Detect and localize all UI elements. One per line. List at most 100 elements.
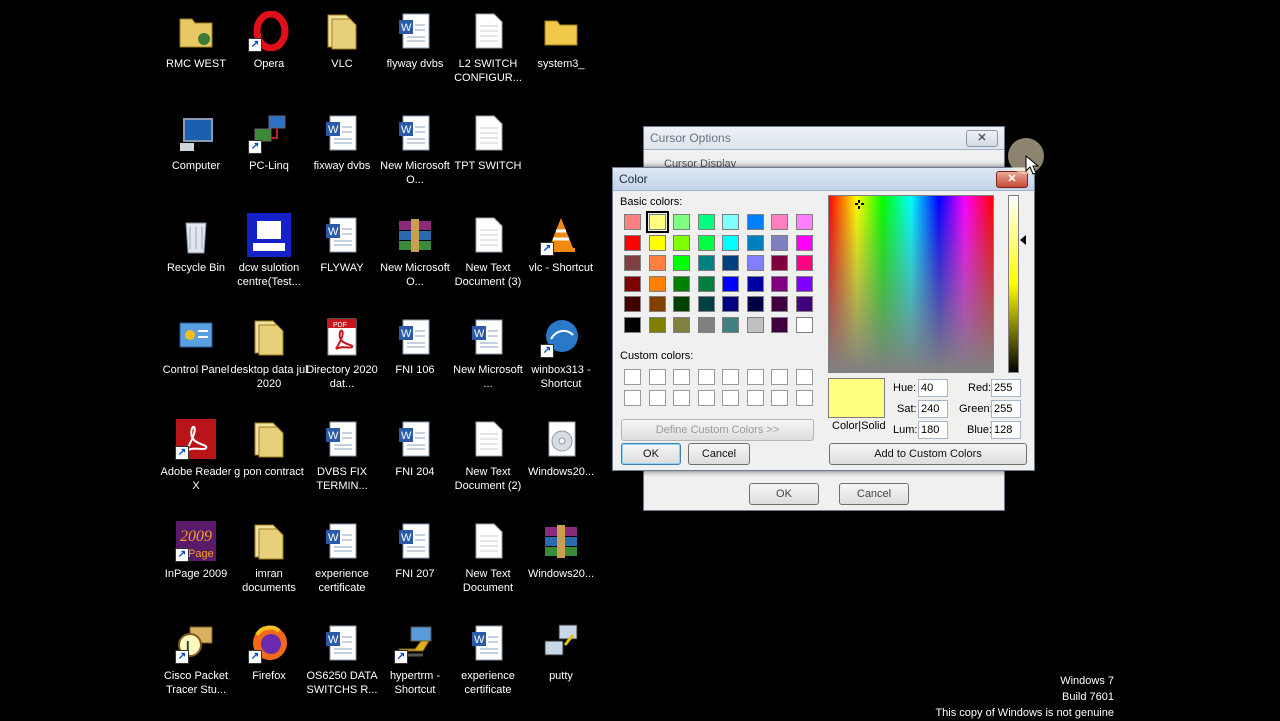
basic-color-swatch[interactable] (746, 296, 764, 313)
desktop-icon-experience-certificate-2[interactable]: W experience certificate (451, 620, 525, 697)
desktop-icon-putty[interactable]: putty (524, 620, 598, 683)
desktop-icon-l2-switch[interactable]: L2 SWITCH CONFIGUR... (451, 8, 525, 85)
custom-color-swatch[interactable] (673, 369, 690, 385)
luminance-slider[interactable] (1008, 195, 1019, 373)
basic-color-swatch[interactable] (746, 255, 764, 272)
color-cancel-button[interactable]: Cancel (688, 443, 750, 465)
desktop-icon-vlc-folder[interactable]: VLC (305, 8, 379, 71)
basic-color-swatch[interactable] (673, 296, 690, 313)
custom-color-swatch[interactable] (648, 389, 666, 406)
color-spectrum[interactable] (828, 195, 994, 373)
custom-color-swatch[interactable] (795, 369, 813, 385)
desktop-icon-flyway[interactable]: W FLYWAY (305, 212, 379, 275)
luminance-pointer-icon[interactable] (1020, 235, 1026, 245)
desktop-icon-directory-2020[interactable]: PDF Directory 2020 dat... (305, 314, 379, 391)
desktop-icon-cisco-packet-tracer[interactable]: I ↗ Cisco Packet Tracer Stu... (159, 620, 233, 697)
basic-color-swatch[interactable] (624, 214, 641, 230)
basic-color-swatch[interactable] (771, 255, 788, 272)
basic-color-swatch[interactable] (648, 275, 666, 292)
desktop-icon-rmc-west[interactable]: RMC WEST (159, 8, 233, 71)
custom-color-swatch[interactable] (746, 389, 764, 406)
desktop-icon-tpt-switch[interactable]: TPT SWITCH (451, 110, 525, 173)
custom-color-swatch[interactable] (624, 369, 641, 385)
desktop-icon-experience-certificate[interactable]: W experience certificate (305, 518, 379, 595)
basic-color-swatch[interactable] (722, 214, 739, 230)
basic-color-swatch[interactable] (746, 234, 764, 251)
basic-color-swatch[interactable] (697, 317, 715, 333)
desktop-icon-dcw-solution[interactable]: dcw sulotion centre(Test... (232, 212, 306, 289)
desktop-icon-vlc-shortcut[interactable]: ↗ vlc - Shortcut (524, 212, 598, 275)
basic-color-swatch[interactable] (771, 296, 788, 313)
blue-input[interactable]: 128 (991, 421, 1021, 439)
desktop-icon-opera[interactable]: ↗ Opera (232, 8, 306, 71)
lum-input[interactable]: 180 (918, 421, 948, 439)
basic-color-swatch[interactable] (795, 275, 813, 292)
desktop-icon-hypertrm-shortcut[interactable]: ↗ hypertrm - Shortcut (378, 620, 452, 697)
basic-color-swatch[interactable] (697, 234, 715, 251)
basic-color-swatch[interactable] (746, 317, 764, 333)
desktop-icon-new-microsoft-office-2[interactable]: New Microsoft O... (378, 212, 452, 289)
desktop-icon-system3[interactable]: system3_ (524, 8, 598, 71)
define-custom-colors-button[interactable]: Define Custom Colors >> (621, 419, 814, 441)
desktop-icon-pc-linq[interactable]: ↗ PC-Linq (232, 110, 306, 173)
red-input[interactable]: 255 (991, 379, 1021, 397)
basic-color-swatch[interactable] (746, 214, 764, 230)
basic-color-swatch[interactable] (771, 317, 788, 333)
basic-color-swatch[interactable] (795, 296, 813, 313)
custom-color-swatch[interactable] (648, 369, 666, 385)
sat-input[interactable]: 240 (918, 400, 948, 418)
desktop-icon-desktop-data[interactable]: desktop data jul 2020 (230, 314, 308, 391)
basic-color-swatch[interactable] (673, 255, 690, 272)
desktop-icon-dvbs-fix-terminal[interactable]: W DVBS FIX TERMIN... (305, 416, 379, 493)
desktop-icon-recycle-bin[interactable]: Recycle Bin (159, 212, 233, 275)
desktop-icon-g-pon-contract[interactable]: g pon contract (232, 416, 306, 479)
hue-input[interactable]: 40 (918, 379, 948, 397)
desktop-icon-new-microsoft[interactable]: W New Microsoft ... (451, 314, 525, 391)
basic-color-swatch[interactable] (645, 211, 669, 233)
basic-color-swatch[interactable] (795, 317, 813, 333)
custom-color-swatch[interactable] (624, 389, 641, 406)
custom-color-swatch[interactable] (722, 369, 739, 385)
basic-color-swatch[interactable] (771, 234, 788, 251)
basic-color-swatch[interactable] (648, 234, 666, 251)
basic-color-swatch[interactable] (697, 296, 715, 313)
basic-color-swatch[interactable] (697, 255, 715, 272)
desktop-icon-windows20-archive[interactable]: Windows20... (524, 518, 598, 581)
basic-color-swatch[interactable] (795, 234, 813, 251)
basic-color-swatch[interactable] (673, 275, 690, 292)
basic-color-swatch[interactable] (795, 214, 813, 230)
basic-color-swatch[interactable] (624, 296, 641, 313)
basic-color-swatch[interactable] (722, 255, 739, 272)
desktop-icon-fni-204[interactable]: W FNI 204 (378, 416, 452, 479)
desktop-icon-imran-documents[interactable]: imran documents (232, 518, 306, 595)
desktop-icon-new-microsoft-office[interactable]: W New Microsoft O... (378, 110, 452, 187)
desktop-icon-new-text-document[interactable]: New Text Document (451, 518, 525, 595)
basic-color-swatch[interactable] (722, 234, 739, 251)
desktop-icon-inpage-2009[interactable]: 2009 Page ↗ InPage 2009 (159, 518, 233, 581)
desktop-icon-winbox-shortcut[interactable]: ↗ winbox313 - Shortcut (524, 314, 598, 391)
custom-color-swatch[interactable] (673, 389, 690, 406)
desktop-icon-flyway-dvbs[interactable]: W flyway dvbs (378, 8, 452, 71)
cursor-options-close-button[interactable]: ✕ (966, 129, 998, 147)
basic-color-swatch[interactable] (722, 317, 739, 333)
basic-color-swatch[interactable] (795, 255, 813, 272)
basic-color-swatch[interactable] (673, 317, 690, 333)
basic-color-swatch[interactable] (648, 296, 666, 313)
desktop-icon-adobe-reader[interactable]: ↗ Adobe Reader X (159, 416, 233, 493)
custom-color-swatch[interactable] (795, 389, 813, 406)
desktop-icon-os6250-data[interactable]: W OS6250 DATA SWITCHS R... (305, 620, 379, 697)
custom-color-swatch[interactable] (697, 389, 715, 406)
cursor-options-cancel-button[interactable]: Cancel (839, 483, 909, 505)
basic-color-swatch[interactable] (624, 317, 641, 333)
basic-color-swatch[interactable] (771, 275, 788, 292)
basic-color-swatch[interactable] (624, 275, 641, 292)
add-to-custom-colors-button[interactable]: Add to Custom Colors (829, 443, 1027, 465)
basic-color-swatch[interactable] (624, 255, 641, 272)
basic-color-swatch[interactable] (697, 275, 715, 292)
cursor-options-titlebar[interactable]: Cursor Options ✕ (644, 127, 1004, 150)
desktop-icon-new-text-document-2[interactable]: New Text Document (2) (451, 416, 525, 493)
color-dialog-titlebar[interactable]: Color ✕ (613, 168, 1034, 191)
desktop-icon-control-panel[interactable]: Control Panel (159, 314, 233, 377)
desktop-icon-firefox[interactable]: ↗ Firefox (232, 620, 306, 683)
basic-color-swatch[interactable] (648, 255, 666, 272)
